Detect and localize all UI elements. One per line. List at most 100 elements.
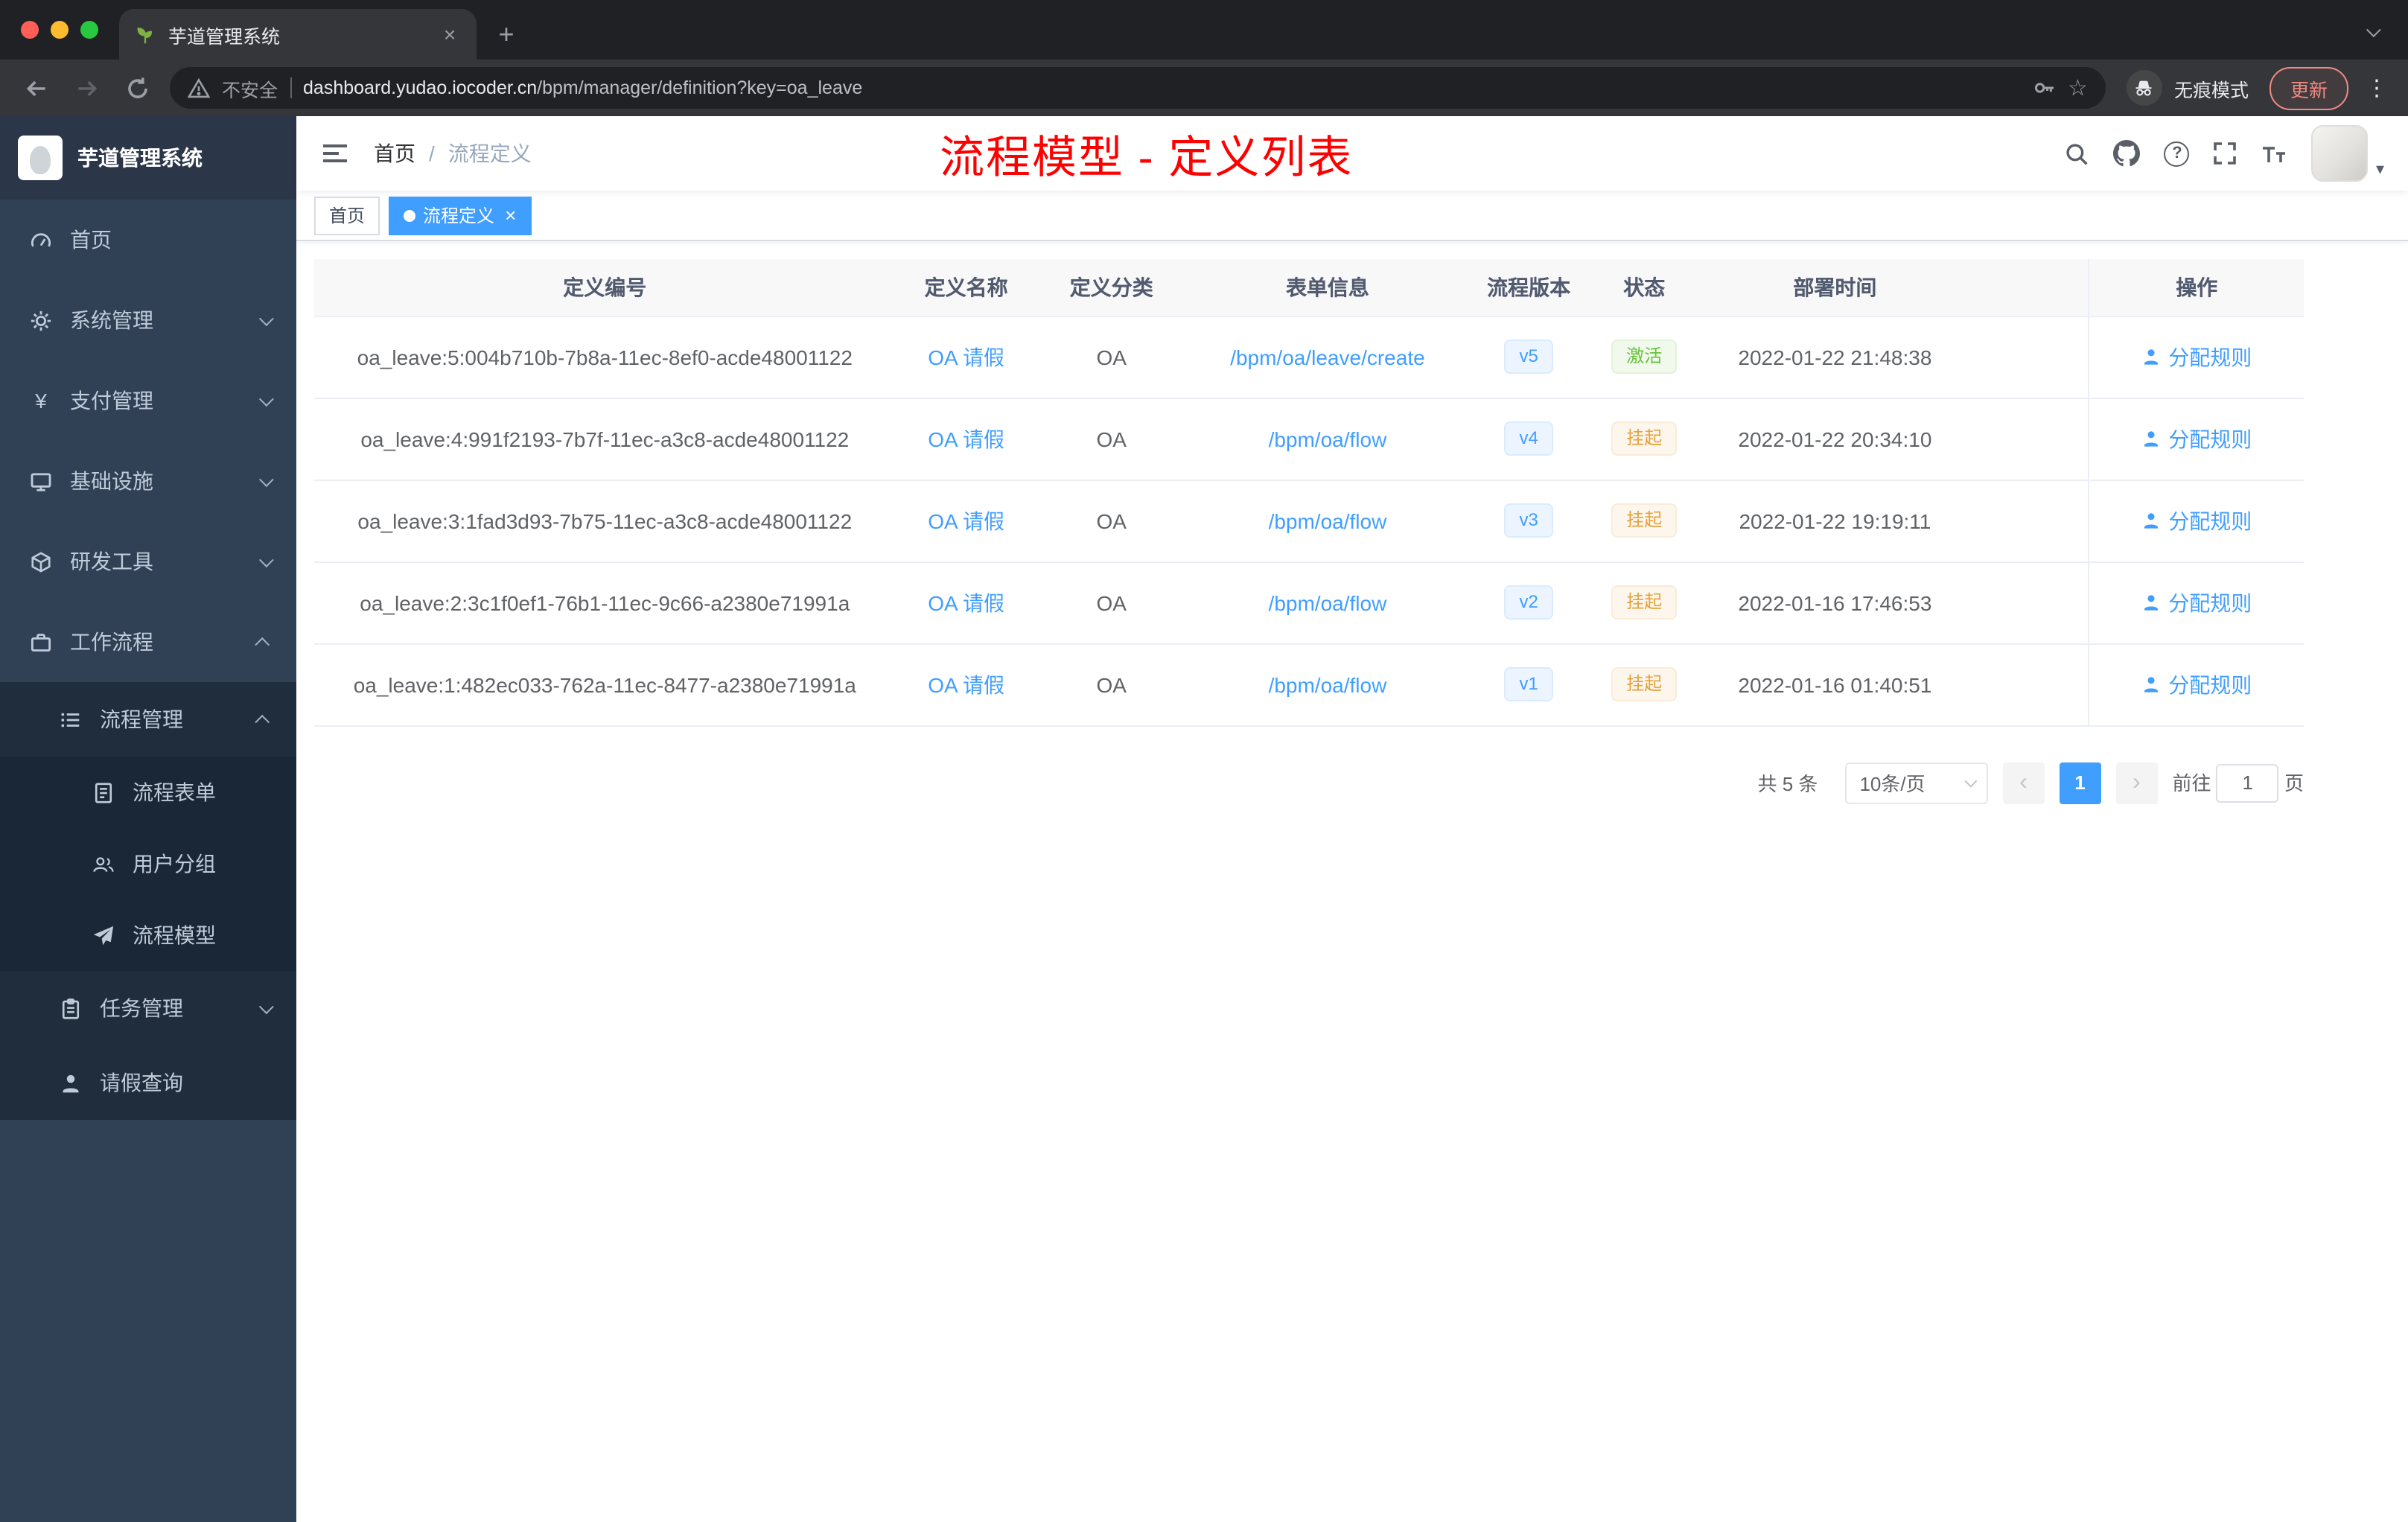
col-header-actions: 操作 <box>2088 259 2304 316</box>
sidebar-item-system[interactable]: 系统管理 <box>0 280 296 360</box>
clipboard-icon <box>62 997 80 1019</box>
page-size-select[interactable]: 10条/页 <box>1844 762 1988 803</box>
sidebar-item-home[interactable]: 首页 <box>0 200 296 280</box>
sidebar-item-payment[interactable]: ¥ 支付管理 <box>0 360 296 441</box>
total-count: 共 5 条 <box>1757 773 1818 795</box>
github-icon[interactable] <box>2113 140 2141 167</box>
form-link[interactable]: /bpm/oa/leave/create <box>1230 345 1425 369</box>
form-link[interactable]: /bpm/oa/flow <box>1269 427 1387 450</box>
forward-button[interactable] <box>69 70 104 106</box>
browser-tab[interactable]: 芋道管理系统 × <box>119 9 477 60</box>
browser-window: 芋道管理系统 × + 不安全 dashboard.yudao.iocoder.c… <box>0 0 2408 1522</box>
sidebar-item-leave-query[interactable]: 请假查询 <box>0 1045 296 1120</box>
workflow-submenu: 流程管理 流程表单 用户分组 流程模型 任务管理 请假查询 <box>0 682 296 1120</box>
breadcrumb-home[interactable]: 首页 <box>374 138 415 168</box>
sidebar-item-process-model[interactable]: 流程模型 <box>0 899 296 971</box>
table-row: oa_leave:2:3c1f0ef1-76b1-11ec-9c66-a2380… <box>314 561 2304 644</box>
col-header-category: 定义分类 <box>1036 259 1186 316</box>
cell-time: 2022-01-22 21:48:38 <box>1700 316 1970 398</box>
sidebar-item-process-management[interactable]: 流程管理 <box>0 682 296 757</box>
chevron-down-icon <box>1963 774 1977 787</box>
definition-name-link[interactable]: OA 请假 <box>928 509 1004 532</box>
maximize-window-button[interactable] <box>80 21 98 39</box>
chevron-down-icon <box>258 999 274 1014</box>
assign-rule-link[interactable]: 分配规则 <box>2141 506 2252 535</box>
breadcrumb: 首页 / 流程定义 <box>374 138 532 168</box>
back-button[interactable] <box>18 70 54 106</box>
goto-suffix: 页 <box>2284 771 2304 794</box>
cell-time: 2022-01-22 19:19:11 <box>1700 480 1970 562</box>
form-link[interactable]: /bpm/oa/flow <box>1269 509 1387 532</box>
sidebar-item-infrastructure[interactable]: 基础设施 <box>0 441 296 521</box>
tab-favicon-icon <box>137 27 153 43</box>
close-window-button[interactable] <box>21 21 39 39</box>
hamburger-icon[interactable] <box>320 138 350 168</box>
browser-menu-icon[interactable]: ⋮ <box>2363 74 2390 101</box>
search-icon[interactable] <box>2065 141 2090 166</box>
col-header-name: 定义名称 <box>895 259 1037 316</box>
col-header-id: 定义编号 <box>314 259 896 316</box>
assign-rule-link[interactable]: 分配规则 <box>2141 588 2252 617</box>
url-bar[interactable]: 不安全 dashboard.yudao.iocoder.cn/bpm/manag… <box>170 67 2106 109</box>
form-link[interactable]: /bpm/oa/flow <box>1269 672 1387 696</box>
app-navbar: 首页 / 流程定义 流程模型 - 定义列表 ? ▾ <box>296 116 2408 191</box>
col-header-version: 流程版本 <box>1469 259 1589 316</box>
sidebar-item-user-group[interactable]: 用户分组 <box>0 828 296 899</box>
fullscreen-icon[interactable] <box>2214 141 2237 165</box>
definition-name-link[interactable]: OA 请假 <box>928 672 1004 696</box>
sidebar-item-process-form[interactable]: 流程表单 <box>0 757 296 828</box>
security-label[interactable]: 不安全 <box>222 74 278 102</box>
sidebar-logo[interactable]: 芋道管理系统 <box>0 116 296 200</box>
definition-name-link[interactable]: OA 请假 <box>928 590 1004 614</box>
definition-name-link[interactable]: OA 请假 <box>928 345 1004 369</box>
next-page-button[interactable]: › <box>2115 762 2158 803</box>
version-badge: v3 <box>1504 503 1553 538</box>
font-size-icon[interactable] <box>2261 141 2288 165</box>
assign-rule-link[interactable]: 分配规则 <box>2141 669 2252 699</box>
avatar[interactable] <box>2311 125 2369 182</box>
breadcrumb-current: 流程定义 <box>447 141 532 165</box>
page-content: 定义编号 定义名称 定义分类 表单信息 流程版本 状态 部署时间 操作 oa_l… <box>296 241 2408 1522</box>
new-tab-button[interactable]: + <box>485 13 527 55</box>
cell-time: 2022-01-16 17:46:53 <box>1700 561 1970 644</box>
cell-id: oa_leave:2:3c1f0ef1-76b1-11ec-9c66-a2380… <box>314 561 896 644</box>
sidebar-item-workflow[interactable]: 工作流程 <box>0 602 296 682</box>
reload-button[interactable] <box>119 70 155 106</box>
assign-rule-link[interactable]: 分配规则 <box>2141 424 2252 453</box>
cell-time: 2022-01-22 20:34:10 <box>1700 398 1970 480</box>
page-annotation: 流程模型 - 定义列表 <box>940 134 1354 183</box>
prev-page-button[interactable]: ‹ <box>2002 762 2045 803</box>
sidebar-item-devtools[interactable]: 研发工具 <box>0 521 296 602</box>
goto-page-input[interactable] <box>2216 763 2279 802</box>
page-number-button[interactable]: 1 <box>2059 762 2101 803</box>
cell-category: OA <box>1036 316 1186 398</box>
version-badge: v2 <box>1504 585 1553 620</box>
help-icon[interactable]: ? <box>2164 141 2190 166</box>
table-row: oa_leave:3:1fad3d93-7b75-11ec-a3c8-acde4… <box>314 480 2304 562</box>
bookmark-star-icon[interactable]: ☆ <box>2068 77 2088 99</box>
minimize-window-button[interactable] <box>51 21 69 39</box>
page-size-value: 10条/页 <box>1859 773 1926 795</box>
gear-icon <box>31 310 51 331</box>
definition-name-link[interactable]: OA 请假 <box>928 427 1004 450</box>
form-link[interactable]: /bpm/oa/flow <box>1269 590 1387 614</box>
status-badge: 激活 <box>1611 339 1678 375</box>
url-text[interactable]: dashboard.yudao.iocoder.cn/bpm/manager/d… <box>303 77 2020 98</box>
tag-process-definition[interactable]: 流程定义 × <box>389 196 532 235</box>
col-header-spacer <box>1969 259 2089 316</box>
sidebar-item-task-management[interactable]: 任务管理 <box>0 971 296 1045</box>
cell-spacer <box>1969 561 2089 644</box>
assign-rule-link[interactable]: 分配规则 <box>2141 342 2252 372</box>
tag-home[interactable]: 首页 <box>314 196 380 235</box>
incognito-label: 无痕模式 <box>2173 80 2249 101</box>
user-icon <box>2144 595 2159 611</box>
tab-search-button[interactable] <box>2357 18 2384 45</box>
tag-close-icon[interactable]: × <box>505 206 516 225</box>
goto-label: 前往 <box>2172 771 2211 794</box>
tab-close-icon[interactable]: × <box>438 22 462 46</box>
update-button[interactable]: 更新 <box>2269 66 2348 109</box>
assign-rule-label: 分配规则 <box>2168 509 2252 532</box>
cell-category: OA <box>1036 643 1186 726</box>
user-menu[interactable]: ▾ <box>2311 125 2384 182</box>
key-icon[interactable] <box>2032 76 2056 100</box>
